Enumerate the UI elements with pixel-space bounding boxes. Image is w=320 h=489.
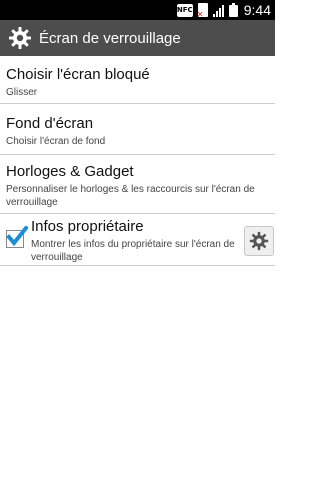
setting-summary: Choisir l'écran de fond bbox=[6, 136, 106, 147]
status-bar: NFC ✕ 9:44 bbox=[0, 0, 275, 20]
setting-owner-info[interactable]: Infos propriétaire Montrer les infos du … bbox=[0, 214, 275, 266]
check-icon bbox=[6, 226, 28, 247]
owner-info-checkbox[interactable] bbox=[6, 226, 28, 248]
gear-icon bbox=[9, 27, 31, 49]
battery-icon bbox=[228, 3, 238, 17]
sim-card-missing-icon: ✕ bbox=[197, 3, 209, 19]
setting-summary: Personnaliser le horloges & les raccourc… bbox=[6, 184, 255, 208]
signal-icon bbox=[212, 4, 225, 17]
nfc-icon: NFC bbox=[176, 3, 193, 17]
page-title: Écran de verrouillage bbox=[39, 29, 181, 47]
setting-wallpaper[interactable]: Fond d'écran Choisir l'écran de fond bbox=[0, 104, 275, 155]
gear-icon bbox=[249, 231, 269, 251]
owner-info-settings-button[interactable] bbox=[244, 226, 274, 256]
setting-label: Infos propriétaire bbox=[31, 218, 144, 235]
setting-label: Fond d'écran bbox=[6, 115, 94, 132]
setting-lock-screen-type[interactable]: Choisir l'écran bloqué Glisser bbox=[0, 56, 275, 104]
setting-label: Choisir l'écran bloqué bbox=[6, 66, 150, 83]
setting-label: Horloges & Gadget bbox=[6, 163, 134, 180]
setting-summary: Montrer les infos du propriétaire sur l'… bbox=[31, 239, 235, 263]
setting-clocks-gadgets[interactable]: Horloges & Gadget Personnaliser le horlo… bbox=[0, 155, 275, 214]
status-clock: 9:44 bbox=[243, 2, 271, 18]
title-bar: Écran de verrouillage bbox=[0, 20, 275, 56]
setting-summary: Glisser bbox=[6, 87, 38, 98]
